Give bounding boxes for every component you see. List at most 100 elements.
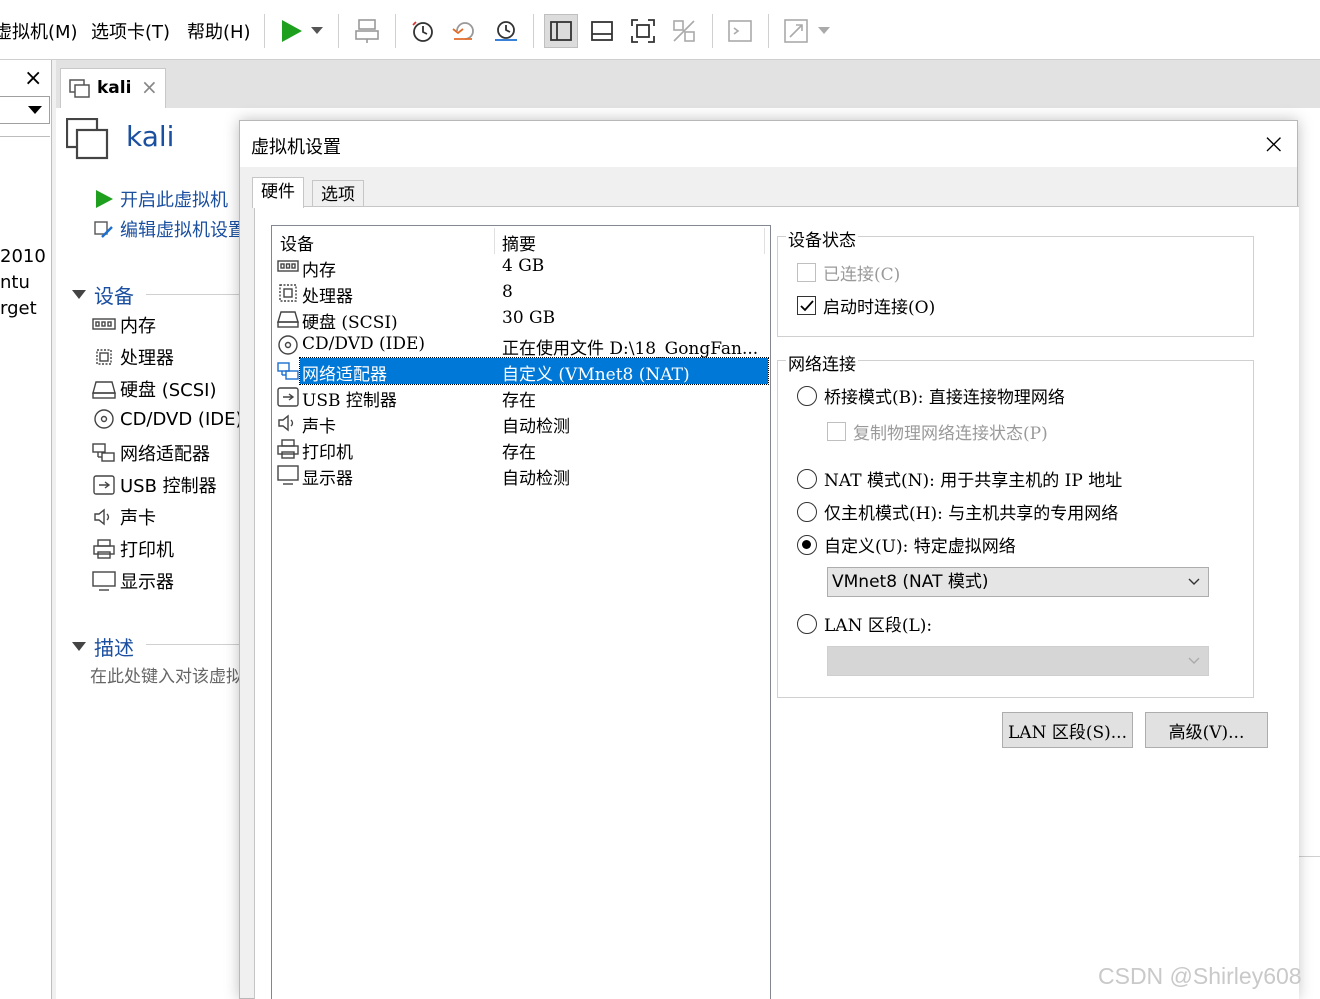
hardware-row[interactable]: 内存 4 GB <box>272 254 770 281</box>
cpu-icon <box>279 284 297 302</box>
toolbar-separator <box>768 14 769 48</box>
device-item-memory[interactable]: 内存 <box>92 312 156 338</box>
library-item-partial[interactable]: 2010 <box>0 246 46 267</box>
hardware-row[interactable]: 打印机 存在 <box>272 436 770 463</box>
custom-network-select[interactable]: VMnet8 (NAT 模式) <box>827 567 1209 597</box>
column-header-summary[interactable]: 摘要 <box>502 230 536 255</box>
replicate-state-checkbox[interactable]: 复制物理网络连接状态(P) <box>827 419 1048 444</box>
hdd-icon <box>277 311 299 328</box>
library-search-dropdown[interactable] <box>0 96 50 124</box>
play-icon <box>96 190 113 208</box>
stretch-icon[interactable] <box>779 14 813 48</box>
snapshot-icon[interactable] <box>405 14 439 48</box>
dialog-title: 虚拟机设置 <box>251 137 341 158</box>
hardware-list[interactable]: 设备 摘要 内存 4 GB 处理器 8 硬盘 (SCSI) 30 GB CD/D… <box>271 225 771 999</box>
hdd-icon <box>92 381 116 399</box>
tab-hardware[interactable]: 硬件 <box>252 177 304 208</box>
network-connection-group: 网络连接 桥接模式(B): 直接连接物理网络 复制物理网络连接状态(P) NAT… <box>777 350 1254 698</box>
dialog-close-icon[interactable]: × <box>1262 127 1285 160</box>
toolbar-separator <box>338 14 339 48</box>
hardware-row[interactable]: 声卡 自动检测 <box>272 410 770 437</box>
usb-icon <box>93 475 115 495</box>
tab-kali[interactable]: kali × <box>60 68 166 108</box>
revert-snapshot-icon[interactable] <box>447 14 481 48</box>
chevron-down-icon <box>28 106 42 114</box>
printer-icon <box>93 539 115 559</box>
description-section-header[interactable]: 描述 <box>72 632 134 661</box>
advanced-button[interactable]: 高级(V)... <box>1145 712 1268 748</box>
tab-close-icon[interactable]: × <box>141 75 158 99</box>
connect-at-power-on-checkbox[interactable]: 启动时连接(O) <box>797 293 935 318</box>
thumbnail-bar-icon[interactable] <box>585 14 619 48</box>
power-dropdown-icon[interactable] <box>304 14 330 48</box>
collapse-icon <box>72 289 86 299</box>
menu-tabs[interactable]: 选项卡(T) <box>91 18 170 44</box>
printer-icon <box>277 439 299 459</box>
lan-segments-button[interactable]: LAN 区段(S)... <box>1002 712 1133 748</box>
fullscreen-icon[interactable] <box>626 14 660 48</box>
host-only-radio[interactable]: 仅主机模式(H): 与主机共享的专用网络 <box>797 499 1118 524</box>
menu-help[interactable]: 帮助(H) <box>187 18 251 44</box>
library-item-partial[interactable]: rget <box>0 298 37 319</box>
device-item-sound[interactable]: 声卡 <box>92 504 156 530</box>
network-icon <box>92 443 115 462</box>
lan-segment-select[interactable] <box>827 646 1209 676</box>
console-icon[interactable] <box>723 14 757 48</box>
radio-circle <box>797 468 817 489</box>
network-icon <box>277 362 299 380</box>
toolbar-separator <box>264 14 265 48</box>
custom-radio[interactable]: 自定义(U): 特定虚拟网络 <box>797 532 1016 557</box>
power-on-icon[interactable] <box>274 14 308 48</box>
hardware-row-selected[interactable]: 网络适配器 自定义 (VMnet8 (NAT) <box>272 357 770 385</box>
bridged-radio[interactable]: 桥接模式(B): 直接连接物理网络 <box>797 383 1065 408</box>
unity-icon[interactable] <box>667 14 701 48</box>
toolbar-separator <box>533 14 534 48</box>
edit-settings-link[interactable]: 编辑虚拟机设置 <box>94 216 246 242</box>
library-close-icon[interactable]: × <box>24 66 42 91</box>
hardware-list-header: 设备 摘要 <box>272 228 770 255</box>
vm-large-icon <box>66 118 109 160</box>
device-item-hdd[interactable]: 硬盘 (SCSI) <box>92 376 217 402</box>
stretch-dropdown-icon[interactable] <box>813 14 835 48</box>
lan-segment-radio[interactable]: LAN 区段(L): <box>797 611 932 636</box>
nat-radio[interactable]: NAT 模式(N): 用于共享主机的 IP 地址 <box>797 466 1122 491</box>
tab-options[interactable]: 选项 <box>312 180 364 207</box>
speaker-icon <box>94 508 110 526</box>
device-item-cdrom[interactable]: CD/DVD (IDE) <box>92 408 243 430</box>
power-on-link[interactable]: 开启此虚拟机 <box>94 186 228 212</box>
checkbox-box <box>797 263 816 282</box>
hardware-tab-panel: 设备 摘要 内存 4 GB 处理器 8 硬盘 (SCSI) 30 GB CD/D… <box>254 206 1299 999</box>
menu-vm[interactable]: 虚拟机(M) <box>0 18 78 44</box>
hardware-row[interactable]: CD/DVD (IDE) 正在使用文件 D:\18_GongFan... <box>272 332 770 359</box>
send-keys-icon[interactable] <box>350 14 384 48</box>
sidebar-toggle-icon[interactable] <box>544 14 578 48</box>
connected-checkbox[interactable]: 已连接(C) <box>797 260 900 285</box>
description-placeholder[interactable]: 在此处键入对该虚拟 <box>90 662 243 687</box>
device-status-group: 设备状态 已连接(C) 启动时连接(O) <box>777 226 1254 337</box>
device-item-cpu[interactable]: 处理器 <box>92 344 174 370</box>
column-divider <box>764 228 765 254</box>
menu-bar: 虚拟机(M) 选项卡(T) 帮助(H) <box>0 0 1320 60</box>
vm-icon <box>69 79 90 98</box>
toolbar-separator <box>395 14 396 48</box>
cdrom-icon <box>278 335 298 355</box>
hardware-row[interactable]: 硬盘 (SCSI) 30 GB <box>272 306 770 333</box>
collapse-icon <box>72 641 86 651</box>
hardware-row[interactable]: USB 控制器 存在 <box>272 384 770 411</box>
divider <box>146 644 240 645</box>
hardware-row[interactable]: 处理器 8 <box>272 280 770 307</box>
device-item-display[interactable]: 显示器 <box>92 568 174 594</box>
library-item-partial[interactable]: ntu <box>0 272 30 293</box>
hardware-row[interactable]: 显示器 自动检测 <box>272 462 770 489</box>
divider <box>1298 856 1320 857</box>
tab-bar: kali × <box>56 60 1320 108</box>
device-item-usb[interactable]: USB 控制器 <box>92 472 217 498</box>
device-item-printer[interactable]: 打印机 <box>92 536 174 562</box>
column-header-device[interactable]: 设备 <box>280 230 314 255</box>
devices-section-header[interactable]: 设备 <box>72 280 134 309</box>
divider <box>0 136 50 137</box>
usb-icon <box>277 387 299 407</box>
device-item-network[interactable]: 网络适配器 <box>92 440 210 466</box>
snapshot-manager-icon[interactable] <box>489 14 523 48</box>
library-panel: × 2010 ntu rget <box>0 60 52 999</box>
